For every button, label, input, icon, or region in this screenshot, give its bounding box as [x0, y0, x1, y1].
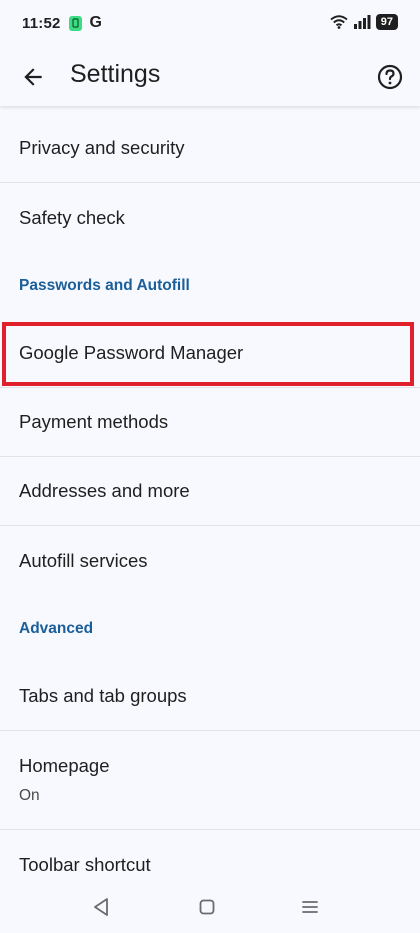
- page-title: Settings: [70, 60, 161, 88]
- arrow-back-icon: [24, 68, 42, 86]
- back-button[interactable]: [20, 64, 46, 90]
- help-button[interactable]: [376, 63, 404, 91]
- settings-item-label: Toolbar shortcut: [19, 853, 151, 875]
- navigation-bar: [0, 881, 420, 933]
- settings-item-label: Payment methods: [19, 411, 169, 432]
- status-time: 11:52: [22, 14, 61, 32]
- settings-item-payment-methods[interactable]: Payment methods: [0, 388, 420, 457]
- nav-back-icon: [94, 898, 108, 916]
- battery-saver-icon: [68, 15, 82, 31]
- settings-item-homepage[interactable]: Homepage On: [0, 731, 420, 830]
- settings-item-label: Privacy and security: [19, 137, 185, 158]
- settings-item-addresses[interactable]: Addresses and more: [0, 457, 420, 526]
- wifi-icon: [330, 15, 348, 29]
- google-app-icon: G: [89, 14, 102, 31]
- settings-item-autofill-services[interactable]: Autofill services: [0, 526, 420, 595]
- settings-list: Privacy and security Safety check Passwo…: [0, 114, 420, 899]
- battery-icon: 97: [375, 14, 398, 30]
- nav-back-button[interactable]: [92, 897, 112, 917]
- nav-menu-button[interactable]: [301, 897, 321, 917]
- settings-item-label: Safety check: [19, 206, 125, 228]
- settings-item-label: Tabs and tab groups: [19, 685, 187, 706]
- app-bar: Settings: [0, 48, 420, 106]
- settings-item-label: Autofill services: [19, 549, 148, 571]
- nav-home-button[interactable]: [198, 897, 218, 917]
- settings-item-label: Homepage: [19, 755, 110, 776]
- help-circle-icon: [377, 64, 403, 90]
- settings-item-privacy[interactable]: Privacy and security: [0, 114, 420, 183]
- status-bar: 11:52 G 97: [0, 0, 420, 48]
- settings-item-tabs[interactable]: Tabs and tab groups: [0, 662, 420, 731]
- settings-item-summary: On: [19, 787, 40, 804]
- signal-icon: [353, 15, 371, 29]
- status-left: 11:52 G: [22, 14, 102, 32]
- settings-item-label: Addresses and more: [19, 480, 190, 501]
- section-header-passwords: Passwords and Autofill: [19, 276, 190, 294]
- nav-menu-icon: [302, 901, 318, 913]
- status-right: 97: [330, 14, 398, 30]
- settings-item-safety-check[interactable]: Safety check: [0, 183, 420, 252]
- nav-home-icon: [199, 899, 215, 915]
- settings-item-label: Google Password Manager: [19, 342, 244, 363]
- section-header-advanced: Advanced: [19, 619, 94, 637]
- settings-item-password-manager[interactable]: Google Password Manager: [0, 319, 420, 388]
